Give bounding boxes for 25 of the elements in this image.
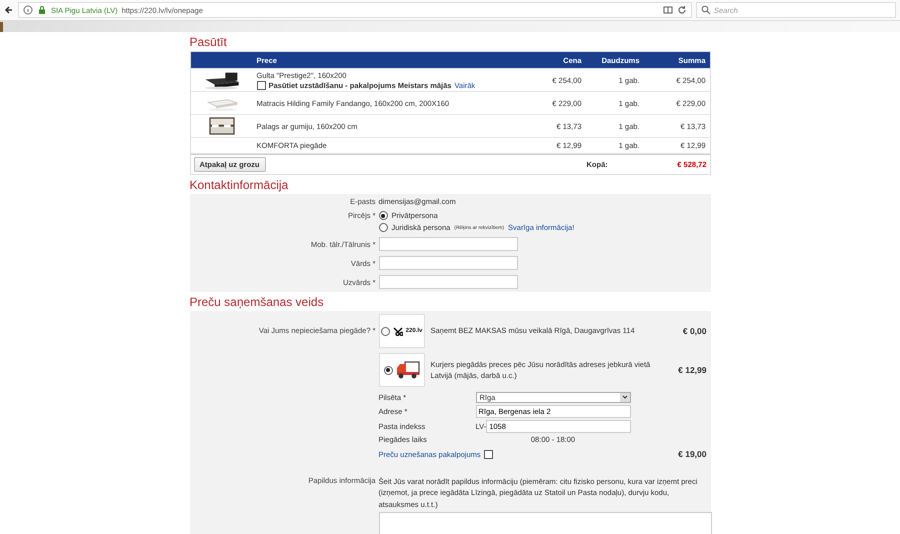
reader-view-icon[interactable]: [663, 5, 673, 15]
back-icon[interactable]: [4, 5, 14, 15]
scissors-icon: [392, 326, 403, 336]
radio-button[interactable]: [378, 223, 388, 232]
checkbox[interactable]: [256, 80, 266, 90]
option-price: € 12,99: [677, 365, 706, 375]
option-card[interactable]: [378, 353, 424, 387]
radio-button[interactable]: [378, 211, 388, 220]
option-price: € 0,00: [682, 326, 706, 336]
input-field[interactable]: [378, 237, 518, 251]
section-title: Kontaktinformācija: [190, 177, 290, 194]
info-icon[interactable]: [23, 5, 33, 15]
service-price: € 19,00: [677, 449, 706, 459]
checkbox[interactable]: [484, 450, 493, 458]
search-icon: [701, 5, 711, 15]
dropdown-arrow-icon: [620, 393, 630, 402]
truck-icon: [396, 361, 420, 379]
input-field[interactable]: [378, 256, 518, 270]
section-title: Preču saņemšanas veids: [190, 294, 325, 311]
radio-button[interactable]: [384, 366, 392, 374]
lock-icon: [37, 5, 47, 15]
input-field[interactable]: [378, 275, 518, 289]
reload-icon[interactable]: [677, 5, 687, 15]
radio-button[interactable]: [380, 326, 390, 336]
section-title: Pasūtīt: [190, 34, 228, 51]
